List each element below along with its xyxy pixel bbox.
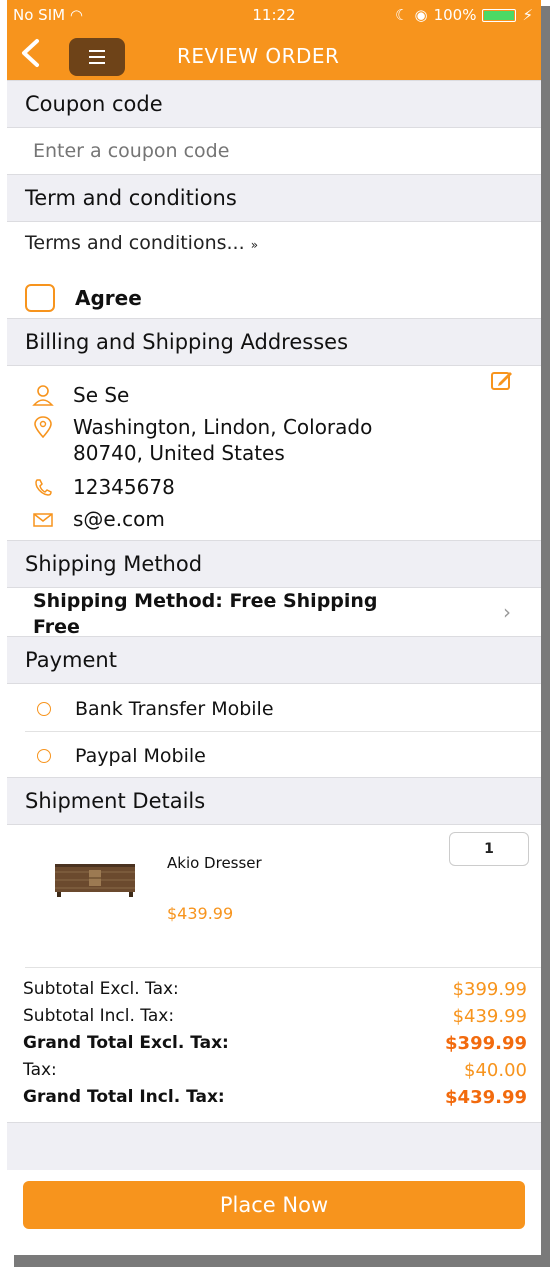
frame-shadow-right bbox=[541, 6, 550, 1265]
screen: No SIM ◠ 11:22 ☾ ◉ 100% ⚡ REVIEW ORDER C… bbox=[7, 0, 541, 1255]
quantity-field[interactable]: 1 bbox=[449, 832, 529, 866]
total-row: Subtotal Incl. Tax: $439.99 bbox=[23, 1003, 527, 1030]
hamburger-icon-bar bbox=[89, 50, 105, 52]
phone-icon bbox=[35, 479, 52, 496]
section-header-address: Billing and Shipping Addresses bbox=[7, 318, 541, 366]
edit-icon[interactable] bbox=[491, 370, 513, 390]
person-icon bbox=[32, 385, 54, 406]
address-line-1: Washington, Lindon, Colorado bbox=[73, 415, 373, 439]
product-name: Akio Dresser bbox=[167, 854, 262, 872]
section-header-shipment: Shipment Details bbox=[7, 777, 541, 825]
battery-percent: 100% bbox=[433, 6, 477, 24]
agree-checkbox[interactable] bbox=[25, 284, 55, 312]
address-name: Se Se bbox=[73, 383, 130, 407]
address-line-2: 80740, United States bbox=[73, 441, 285, 465]
address-email-row: s@e.com bbox=[29, 506, 165, 532]
app-header: No SIM ◠ 11:22 ☾ ◉ 100% ⚡ REVIEW ORDER bbox=[7, 0, 541, 80]
menu-button[interactable] bbox=[69, 38, 125, 76]
total-label: Tax: bbox=[23, 1060, 57, 1080]
address-email: s@e.com bbox=[73, 507, 165, 531]
payment-option-label: Bank Transfer Mobile bbox=[75, 698, 274, 720]
shipping-method-line-2: Free bbox=[33, 616, 80, 638]
footer-spacer bbox=[7, 1122, 541, 1170]
total-amount: $439.99 bbox=[445, 1087, 527, 1108]
product-image bbox=[55, 864, 135, 897]
charging-icon: ⚡ bbox=[522, 6, 533, 24]
page-title: REVIEW ORDER bbox=[177, 44, 340, 68]
address-location: Washington, Lindon, Colorado 80740, Unite… bbox=[73, 414, 372, 466]
address-phone: 12345678 bbox=[73, 475, 175, 499]
section-header-shipping: Shipping Method bbox=[7, 540, 541, 588]
payment-divider bbox=[25, 731, 541, 732]
chevron-right-icon[interactable]: › bbox=[503, 600, 511, 624]
total-label: Grand Total Excl. Tax: bbox=[23, 1033, 229, 1053]
moon-icon: ☾ bbox=[395, 6, 409, 24]
coupon-input[interactable] bbox=[33, 140, 513, 162]
section-header-coupon: Coupon code bbox=[7, 80, 541, 128]
product-price: $439.99 bbox=[167, 904, 234, 923]
payment-option-label: Paypal Mobile bbox=[75, 745, 206, 767]
status-right: ☾ ◉ 100% ⚡ bbox=[395, 6, 533, 24]
frame-shadow-bottom bbox=[14, 1255, 550, 1267]
lock-rotation-icon: ◉ bbox=[414, 6, 428, 24]
total-row: Subtotal Excl. Tax: $399.99 bbox=[23, 976, 527, 1003]
radio-button[interactable] bbox=[37, 749, 51, 763]
total-amount: $439.99 bbox=[452, 1006, 527, 1027]
total-amount: $40.00 bbox=[464, 1060, 527, 1081]
back-arrow-icon[interactable] bbox=[19, 38, 43, 68]
total-row: Grand Total Incl. Tax: $439.99 bbox=[23, 1084, 527, 1111]
battery-icon bbox=[482, 8, 517, 22]
section-header-terms: Term and conditions bbox=[7, 174, 541, 222]
total-amount: $399.99 bbox=[452, 979, 527, 1000]
payment-option-paypal[interactable]: Paypal Mobile bbox=[7, 733, 541, 779]
totals-divider bbox=[25, 967, 541, 968]
total-label: Subtotal Excl. Tax: bbox=[23, 979, 179, 999]
total-amount: $399.99 bbox=[445, 1033, 527, 1054]
place-now-button[interactable]: Place Now bbox=[23, 1181, 525, 1229]
total-row: Tax: $40.00 bbox=[23, 1057, 527, 1084]
total-label: Subtotal Incl. Tax: bbox=[23, 1006, 175, 1026]
terms-link[interactable]: Terms and conditions... » bbox=[25, 232, 258, 254]
status-bar: No SIM ◠ 11:22 ☾ ◉ 100% ⚡ bbox=[7, 0, 541, 28]
envelope-icon bbox=[33, 513, 53, 527]
agree-label: Agree bbox=[75, 286, 142, 310]
shipping-method-line-1: Shipping Method: Free Shipping bbox=[33, 590, 378, 612]
order-totals: Subtotal Excl. Tax: $399.99 Subtotal Incl… bbox=[23, 976, 527, 1111]
location-pin-icon bbox=[34, 416, 52, 438]
address-location-row: Washington, Lindon, Colorado 80740, Unite… bbox=[29, 414, 372, 466]
hamburger-icon-bar bbox=[89, 56, 105, 58]
total-row: Grand Total Excl. Tax: $399.99 bbox=[23, 1030, 527, 1057]
address-name-row: Se Se bbox=[29, 382, 129, 408]
total-label: Grand Total Incl. Tax: bbox=[23, 1087, 225, 1107]
section-header-payment: Payment bbox=[7, 636, 541, 684]
radio-button[interactable] bbox=[37, 702, 51, 716]
shipping-method-row[interactable]: Shipping Method: Free Shipping Free bbox=[33, 588, 473, 640]
address-phone-row: 12345678 bbox=[29, 474, 175, 500]
payment-option-bank[interactable]: Bank Transfer Mobile bbox=[7, 686, 541, 732]
terms-link-suffix: » bbox=[250, 238, 259, 252]
hamburger-icon-bar bbox=[89, 62, 105, 64]
terms-link-text: Terms and conditions... bbox=[25, 232, 245, 254]
